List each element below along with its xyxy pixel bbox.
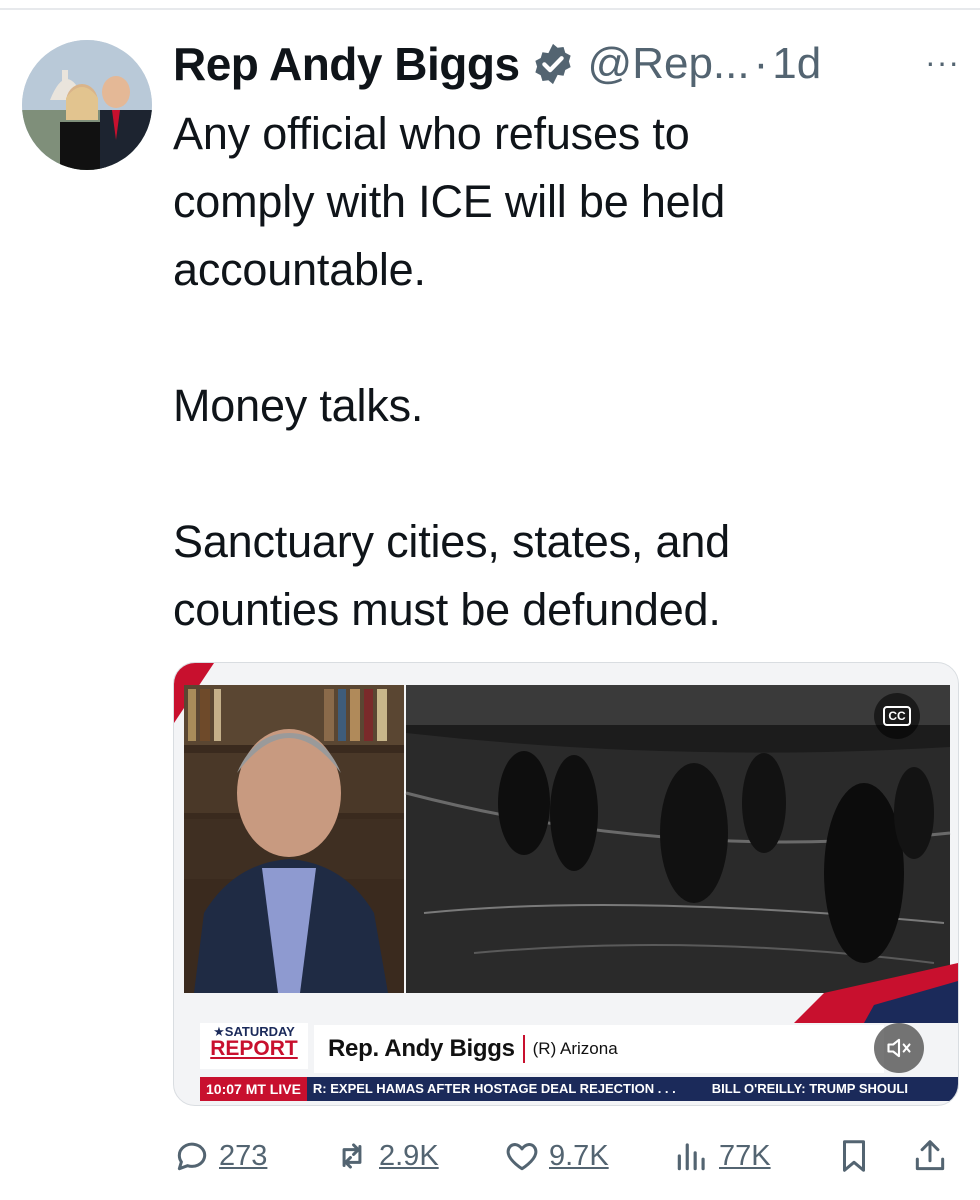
reply-icon [177, 1142, 207, 1171]
ticker-text: R: EXPEL HAMAS AFTER HOSTAGE DEAL REJECT… [306, 1077, 958, 1101]
bookmark-icon [842, 1140, 866, 1172]
verified-badge-icon [534, 43, 571, 85]
repost-button[interactable]: 2.9K [333, 1128, 439, 1184]
share-button[interactable] [911, 1128, 949, 1184]
action-bar: 273 2.9K 9.7K 77K [173, 1128, 963, 1184]
reply-button[interactable]: 273 [173, 1128, 267, 1184]
guest-name: Rep. Andy Biggs [328, 1035, 515, 1062]
author-handle[interactable]: @Rep... [588, 39, 750, 89]
like-icon [506, 1143, 538, 1171]
show-logo: ★SATURDAY REPORT [200, 1023, 308, 1069]
views-icon [677, 1143, 705, 1171]
like-button[interactable]: 9.7K [503, 1128, 609, 1184]
captions-button[interactable]: CC [874, 693, 920, 739]
guest-party: (R) Arizona [532, 1039, 618, 1058]
top-divider [0, 8, 980, 10]
view-count: 77K [719, 1139, 771, 1172]
ticker-headline-1: R: EXPEL HAMAS AFTER HOSTAGE DEAL REJECT… [312, 1081, 676, 1096]
nameplate-divider [522, 1035, 525, 1063]
cc-icon: CC [883, 706, 911, 726]
avatar-photo [22, 40, 152, 170]
mute-icon [887, 1038, 911, 1058]
news-lower-third: ★SATURDAY REPORT Rep. Andy Biggs (R) Ari… [174, 1017, 958, 1105]
ticker-time: 10:07 MT LIVE [200, 1077, 307, 1101]
tweet-header: Rep Andy Biggs @Rep... · 1d [173, 34, 821, 94]
bookmark-button[interactable] [835, 1128, 873, 1184]
more-icon[interactable]: ··· [925, 44, 960, 81]
views-button[interactable]: 77K [673, 1128, 771, 1184]
meta-separator: · [753, 39, 769, 88]
video-player[interactable]: CC ★SATURDAY REPORT Rep. Andy Biggs (R) … [173, 662, 959, 1106]
avatar[interactable] [22, 40, 152, 170]
mute-button[interactable] [874, 1023, 924, 1073]
post-time[interactable]: 1d [772, 39, 821, 89]
reply-count: 273 [219, 1139, 268, 1172]
show-logo-bottom: REPORT [210, 1037, 298, 1060]
repost-count: 2.9K [379, 1139, 439, 1172]
tweet-text: Any official who refuses to comply with … [173, 108, 730, 635]
guest-nameplate: Rep. Andy Biggs (R) Arizona [314, 1025, 884, 1073]
ticker-headline-2: BILL O'REILLY: TRUMP SHOULI [711, 1081, 908, 1096]
author-name[interactable]: Rep Andy Biggs [173, 37, 520, 91]
repost-icon [342, 1143, 362, 1169]
like-count: 9.7K [549, 1139, 609, 1172]
news-ticker: 10:07 MT LIVE R: EXPEL HAMAS AFTER HOSTA… [200, 1077, 958, 1101]
share-icon [915, 1140, 945, 1171]
